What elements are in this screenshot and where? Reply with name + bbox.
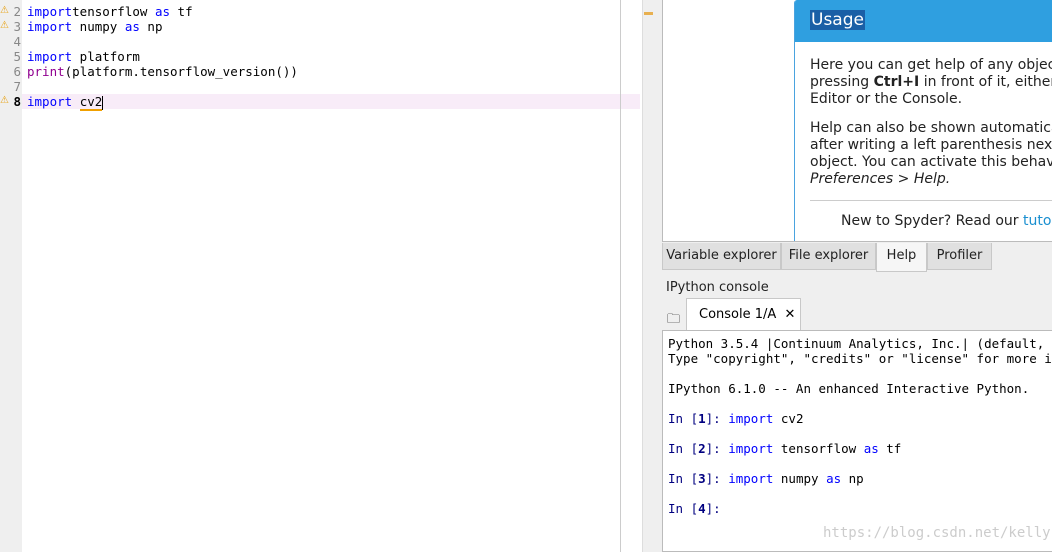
tab-file-explorer[interactable]: File explorer (781, 243, 876, 270)
console-output[interactable]: Python 3.5.4 |Continuum Analytics, Inc.|… (662, 330, 1052, 552)
new-to-spyder: New to Spyder? Read our tutori (841, 213, 1052, 230)
help-paragraph-1: Here you can get help of any object press… (810, 57, 1052, 107)
banner-line: Python 3.5.4 |Continuum Analytics, Inc.|… (668, 336, 1052, 351)
ipython-title: IPython console (666, 280, 769, 295)
console-input-line: In [2]: import tensorflow as tf (668, 441, 902, 456)
help-paragraph-2: Help can also be shown automatical after … (810, 120, 1052, 187)
console-input-line: In [3]: import numpy as np (668, 471, 864, 486)
text-cursor (102, 95, 104, 110)
code-line: print(platform.tensorflow_version()) (27, 64, 298, 79)
warning-triangle-icon[interactable]: ⚠ (0, 6, 10, 16)
usage-panel: Usage Here you can get help of any objec… (794, 0, 1052, 241)
line-number: 6 (13, 64, 21, 79)
current-line-highlight (22, 94, 640, 109)
code-editor[interactable] (22, 0, 620, 552)
folder-icon[interactable]: 🗀 (667, 310, 680, 332)
code-line: importtensorflow as tf (27, 4, 193, 19)
console-input-line: In [4]: (668, 501, 729, 516)
banner-line: Type "copyright", "credits" or "license"… (668, 351, 1052, 366)
edge-line (620, 0, 621, 552)
pane-tabs: Variable explorer File explorer Help Pro… (662, 242, 1052, 272)
line-number: 5 (13, 49, 21, 64)
line-number: 4 (13, 34, 21, 49)
banner-line: IPython 6.1.0 -- An enhanced Interactive… (668, 381, 1030, 396)
console-input-line: In [1]: import cv2 (668, 411, 804, 426)
warning-marker (644, 12, 653, 15)
console-tab[interactable]: Console 1/A ✕ (686, 298, 801, 330)
code-line: import cv2 (27, 94, 104, 111)
tab-help[interactable]: Help (876, 243, 927, 272)
tab-variable-explorer[interactable]: Variable explorer (662, 243, 781, 270)
editor-scrollbar[interactable] (642, 0, 656, 552)
ipython-pane: IPython console 🗀 Console 1/A ✕ Python 3… (662, 272, 1052, 552)
tutorial-link[interactable]: tutori (1023, 213, 1052, 229)
line-number: 7 (13, 79, 21, 94)
divider (810, 200, 1052, 201)
warning-triangle-icon[interactable]: ⚠ (0, 21, 10, 31)
tab-profiler[interactable]: Profiler (927, 243, 992, 270)
code-line: import platform (27, 49, 140, 64)
close-icon[interactable]: ✕ (784, 307, 795, 322)
watermark: https://blog.csdn.net/kellyroslyn (823, 525, 1052, 541)
usage-title: Usage (810, 10, 865, 30)
help-pane: Usage Here you can get help of any objec… (662, 0, 1052, 242)
warning-triangle-icon[interactable]: ⚠ (0, 96, 10, 106)
code-line: import numpy as np (27, 19, 163, 34)
